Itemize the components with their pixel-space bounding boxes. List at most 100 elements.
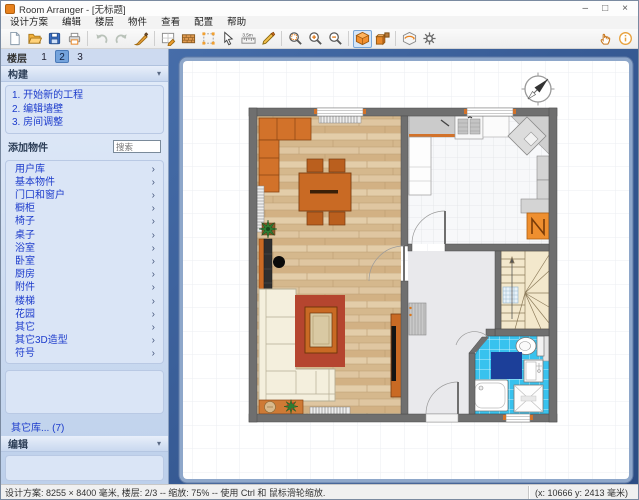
stove[interactable] [527,213,549,239]
select-button[interactable] [219,30,238,48]
floor-tab-3[interactable]: 3 [73,51,87,64]
category-label: 厨房 [15,268,35,281]
bookshelf[interactable] [259,239,272,297]
category-item-2[interactable]: 门口和窗户› [6,189,163,202]
save-button[interactable] [45,30,64,48]
chevron-right-icon: › [152,242,155,255]
settings-button[interactable] [420,30,439,48]
category-item-8[interactable]: 厨房› [6,268,163,281]
ball[interactable] [273,256,285,268]
chevron-right-icon: › [152,255,155,268]
minimize-button[interactable]: – [583,2,589,15]
category-item-1[interactable]: 基本物件› [6,176,163,189]
category-item-12[interactable]: 其它› [6,321,163,334]
menu-3[interactable]: 物件 [121,16,154,29]
washing-machine[interactable] [514,385,543,412]
category-item-13[interactable]: 其它3D造型› [6,334,163,347]
collapse-arrow-icon[interactable]: ▾ [157,69,161,78]
category-item-6[interactable]: 浴室› [6,242,163,255]
floor-radiator[interactable] [310,407,350,414]
undo-button[interactable] [92,30,111,48]
menu-5[interactable]: 配置 [187,16,220,29]
hall-radiator[interactable] [409,303,426,335]
floor-tab-1[interactable]: 1 [37,51,51,64]
staircase[interactable] [501,251,549,329]
category-item-14[interactable]: 符号 › [6,347,163,360]
edit-panel [5,455,164,481]
zoom-selection-button[interactable] [286,30,305,48]
chevron-right-icon: › [152,176,155,189]
window-radiator[interactable] [319,116,361,123]
info-button[interactable] [616,30,635,48]
menu-2[interactable]: 楼层 [88,16,121,29]
category-label: 附件 [15,281,35,294]
toolbar-separator [154,31,155,46]
brush-button[interactable] [132,30,151,48]
maximize-button[interactable]: □ [602,2,608,15]
edit-plan-button[interactable] [159,30,178,48]
chevron-right-icon: › [152,189,155,202]
close-button[interactable]: × [622,2,628,15]
other-libraries-link[interactable]: 其它库... (7) [1,417,168,436]
bath-mat[interactable] [491,352,522,379]
coffee-table[interactable] [305,307,337,353]
view-3d-button[interactable] [353,30,372,48]
category-item-9[interactable]: 附件› [6,281,163,294]
category-item-3[interactable]: 橱柜› [6,202,163,215]
washbasin[interactable] [524,360,543,382]
category-item-10[interactable]: 楼梯› [6,295,163,308]
chevron-right-icon: › [152,347,155,360]
walkthrough-button[interactable] [400,30,419,48]
add-objects-header: 添加物件 [1,137,168,157]
pan-hand-button[interactable] [596,30,615,48]
plant[interactable] [259,220,277,238]
toolbar-separator [395,31,396,46]
menu-4[interactable]: 查看 [154,16,187,29]
object-search-input[interactable] [113,140,161,153]
build-section-header[interactable]: 构建 ▾ [1,66,168,82]
tall-cabinet[interactable] [409,137,431,195]
new-button[interactable] [5,30,24,48]
zoom-in-button[interactable] [306,30,325,48]
category-item-11[interactable]: 花园› [6,308,163,321]
collapse-arrow-icon[interactable]: ▾ [157,439,161,448]
zoom-out-button[interactable] [326,30,345,48]
category-label: 卧室 [15,255,35,268]
edit-section-header[interactable]: 编辑 ▾ [1,436,168,452]
chevron-right-icon: › [152,163,155,176]
window-title: Room Arranger - [无标题] [19,2,126,16]
objects-3d-button[interactable] [373,30,392,48]
plan-canvas[interactable] [169,49,638,484]
measure-button[interactable]: 3.5m [239,30,258,48]
wall-cabinet[interactable] [521,199,549,213]
category-item-5[interactable]: 桌子› [6,229,163,242]
transform-button[interactable] [199,30,218,48]
toolbar: 3.5m [1,29,638,49]
category-item-0[interactable]: 用户库› [6,163,163,176]
window [314,108,366,116]
kitchen-counter[interactable] [409,116,455,137]
category-item-7[interactable]: 卧室 › [6,255,163,268]
wall-cabinet[interactable] [537,156,549,180]
menu-0[interactable]: 设计方案 [3,16,55,29]
redo-button[interactable] [112,30,131,48]
floor-tab-2[interactable]: 2 [55,50,69,63]
category-item-4[interactable]: 椅子› [6,215,163,228]
print-button[interactable] [65,30,84,48]
floors-label: 楼层 [7,50,27,65]
side-table-with-plant[interactable] [259,400,303,415]
bathroom[interactable] [472,333,549,414]
category-label: 符号 [15,347,35,360]
wall-button[interactable] [179,30,198,48]
kitchen-sink[interactable] [455,116,483,139]
open-button[interactable] [25,30,44,48]
build-step-1[interactable]: 1. 开始新的工程 [12,89,157,103]
draw-button[interactable] [259,30,278,48]
build-step-2[interactable]: 2. 编辑墙壁 [12,103,157,117]
build-step-3[interactable]: 3. 房间调整 [12,116,157,130]
status-cursor-coords: (x: 10666 y: 2413 毫米) [528,486,638,499]
menu-6[interactable]: 帮助 [220,16,253,29]
floors-bar: 楼层 123 [1,49,168,66]
shower-tray[interactable] [472,380,508,411]
menu-1[interactable]: 编辑 [55,16,88,29]
